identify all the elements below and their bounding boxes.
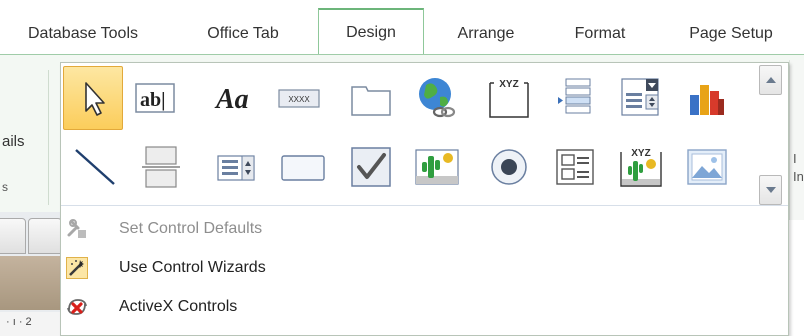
menu-item-set-control-defaults[interactable]: Set Control Defaults [61, 210, 788, 248]
ribbon-group-caption: s [2, 180, 8, 194]
select-tool[interactable] [63, 66, 123, 130]
option-button-icon [491, 149, 527, 185]
chart-tool[interactable] [677, 66, 737, 130]
menu-item-use-control-wizards[interactable]: Use Control Wizards [61, 249, 788, 287]
chart-icon [690, 85, 724, 115]
tab-format[interactable]: Format [552, 12, 648, 55]
triangle-up-icon [765, 77, 776, 83]
bound-object-frame-tool[interactable]: XYZ [611, 135, 671, 199]
gallery-scroll-up-button[interactable] [759, 65, 782, 95]
button-icon: XXXX [278, 89, 320, 108]
set-defaults-icon [66, 218, 88, 240]
rectangle-icon [281, 155, 325, 181]
image-icon [687, 149, 727, 185]
menu-item-activex-controls[interactable]: ActiveX Controls [61, 288, 788, 326]
image-tool[interactable] [677, 135, 737, 199]
ribbon-group-label: ails [2, 133, 25, 150]
tab-page-setup[interactable]: Page Setup [668, 12, 794, 55]
select-pointer-icon [85, 82, 105, 116]
line-tool[interactable] [65, 135, 125, 199]
web-browser-glyph: XYZ [499, 79, 518, 90]
tab-database-tools[interactable]: Database Tools [8, 12, 158, 55]
unbound-object-frame-tool[interactable] [407, 135, 467, 199]
ribbon-right-edge [789, 60, 804, 220]
navigation-control-tool[interactable] [545, 66, 605, 130]
document-tab[interactable] [0, 218, 26, 254]
activex-icon [66, 296, 88, 318]
button-tool[interactable]: XXXX [269, 66, 329, 130]
menu-item-label: Set Control Defaults [119, 220, 263, 237]
list-box-tool[interactable] [207, 135, 267, 199]
text-box-tool[interactable]: ab| [125, 66, 185, 130]
menu-item-label: Use Control Wizards [119, 259, 266, 276]
unbound-object-frame-icon [415, 149, 459, 185]
page-break-tool[interactable] [131, 135, 191, 199]
hyperlink-icon [419, 78, 456, 118]
tab-office-tab[interactable]: Office Tab [178, 12, 308, 55]
combo-box-tool[interactable] [611, 66, 671, 130]
ribbon-right-label: I In [793, 150, 804, 186]
tab-control-icon [351, 86, 391, 116]
gallery-scrollbar [759, 65, 783, 205]
web-browser-tool[interactable]: XYZ [479, 66, 539, 130]
menu-item-label: ActiveX Controls [119, 298, 238, 315]
list-box-icon [217, 155, 255, 181]
document-tab[interactable] [28, 218, 62, 254]
text-box-glyph: ab| [140, 89, 166, 111]
line-icon [75, 149, 115, 185]
ruler: · ı · 2 [0, 312, 62, 336]
ribbon-separator [48, 70, 49, 205]
ribbon-right-label-line1: I [793, 151, 797, 166]
check-box-tool[interactable] [341, 135, 401, 199]
check-box-icon [351, 147, 391, 187]
page-break-icon [142, 146, 180, 188]
tab-design[interactable]: Design [318, 8, 424, 56]
controls-menu: Set Control Defaults Use Control Wizards [61, 208, 788, 334]
bound-object-frame-glyph: XYZ [631, 148, 650, 159]
button-glyph: XXXX [288, 95, 310, 104]
section-header-bar [0, 256, 62, 310]
label-glyph: Aa [214, 84, 249, 115]
option-button-tool[interactable] [479, 135, 539, 199]
rectangle-tool[interactable] [273, 135, 333, 199]
text-box-icon: ab| [135, 83, 175, 113]
gallery-scroll-down-button[interactable] [759, 175, 782, 205]
control-wizards-icon [66, 257, 88, 279]
bound-object-frame-icon: XYZ [620, 148, 662, 187]
option-group-tool[interactable] [545, 135, 605, 199]
web-browser-control-icon: XYZ [489, 79, 529, 118]
tab-arrange[interactable]: Arrange [436, 12, 536, 55]
label-icon: Aa [214, 84, 249, 115]
controls-gallery: ab| Aa XXXX XYZ XYZ [61, 63, 788, 206]
tab-control-tool[interactable] [341, 66, 401, 130]
combo-box-icon [621, 78, 659, 116]
navigation-control-icon [558, 78, 591, 114]
triangle-down-icon [765, 187, 776, 193]
ribbon-right-label-line2: In [793, 169, 804, 184]
hyperlink-tool[interactable] [407, 66, 467, 130]
controls-dropdown: ab| Aa XXXX XYZ XYZ Set Control Defaults… [60, 62, 789, 336]
ribbon-tab-bar: Database Tools Office Tab Design Arrange… [0, 0, 804, 56]
label-tool[interactable]: Aa [207, 66, 267, 130]
option-group-icon [556, 149, 594, 185]
